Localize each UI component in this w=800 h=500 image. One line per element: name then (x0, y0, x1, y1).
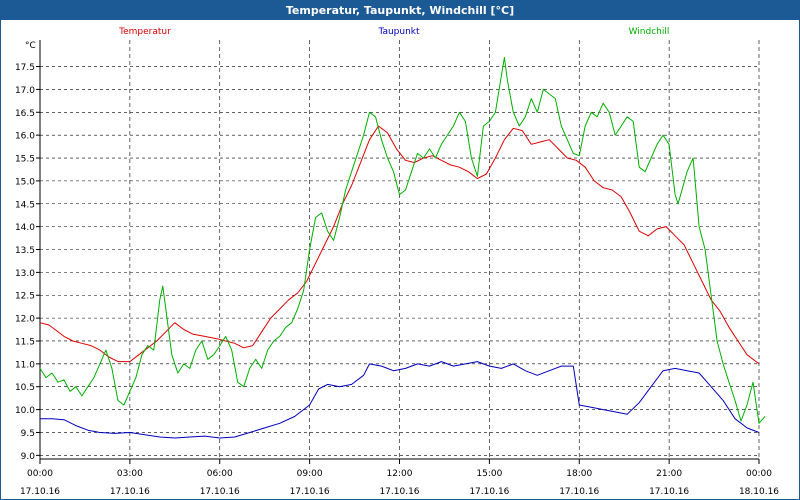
y-tick-label: 16.5 (15, 109, 35, 119)
x-tick-date-label: 17.10.16 (649, 487, 689, 497)
x-tick-time-label: 03:00 (117, 469, 143, 479)
y-axis-unit-label: °C (25, 41, 36, 51)
y-tick-label: 11.5 (15, 337, 35, 347)
y-tick-label: 17.5 (15, 63, 35, 73)
x-tick-time-label: 12:00 (387, 469, 413, 479)
x-tick-date-label: 18.10.16 (739, 487, 779, 497)
x-tick-date-label: 17.10.16 (20, 487, 60, 497)
legend-entry-windchill: Windchill (629, 27, 670, 37)
y-tick-label: 15.0 (15, 177, 35, 187)
legend: Temperatur Taupunkt Windchill (118, 27, 669, 37)
y-tick-label: 17.0 (15, 86, 35, 96)
y-tick-label: 13.5 (15, 246, 35, 256)
y-tick-label: 15.5 (15, 155, 35, 165)
y-tick-label: 12.0 (15, 315, 35, 325)
y-tick-label: 11.0 (15, 360, 35, 370)
chart-grid (40, 40, 759, 459)
y-tick-label: 14.5 (15, 200, 35, 210)
series-lines (39, 56, 766, 439)
line-chart: °C 9.0 9.5 10.0 10.5 11.0 11.5 12.0 12.5 13.0 13.… (15, 27, 779, 497)
x-tick-date-label: 17.10.16 (200, 487, 240, 497)
x-tick-date-label: 17.10.16 (469, 487, 509, 497)
y-axis-ticks: 9.0 9.5 10.0 10.5 11.0 11.5 12.0 12.5 13.0 13.5 14… (15, 63, 40, 462)
y-tick-label: 14.0 (15, 223, 35, 233)
legend-entry-temperatur: Temperatur (118, 27, 171, 37)
chart-window: Temperatur, Taupunkt, Windchill [°C] °C … (0, 0, 800, 500)
x-tick-time-label: 18:00 (566, 469, 592, 479)
x-tick-time-label: 09:00 (297, 469, 323, 479)
x-tick-date-label: 17.10.16 (110, 487, 150, 497)
y-tick-label: 9.5 (21, 429, 35, 439)
x-tick-time-label: 00:00 (746, 469, 772, 479)
x-tick-date-label: 17.10.16 (379, 487, 419, 497)
x-axis-ticks: 00:00 17.10.16 03:00 17.10.16 06:00 17.10.16 0… (20, 459, 779, 497)
x-tick-date-label: 17.10.16 (290, 487, 330, 497)
y-tick-label: 10.5 (15, 383, 35, 393)
x-tick-time-label: 21:00 (656, 469, 682, 479)
y-tick-label: 12.5 (15, 292, 35, 302)
y-tick-label: 13.0 (15, 269, 35, 279)
y-tick-label: 10.0 (15, 406, 35, 416)
y-tick-label: 16.0 (15, 132, 35, 142)
x-tick-time-label: 06:00 (207, 469, 233, 479)
x-tick-time-label: 15:00 (476, 469, 502, 479)
chart-title: Temperatur, Taupunkt, Windchill [°C] (1, 1, 799, 20)
legend-entry-taupunkt: Taupunkt (377, 27, 420, 37)
x-tick-date-label: 17.10.16 (559, 487, 599, 497)
x-tick-time-label: 00:00 (27, 469, 53, 479)
y-tick-label: 9.0 (21, 452, 36, 462)
